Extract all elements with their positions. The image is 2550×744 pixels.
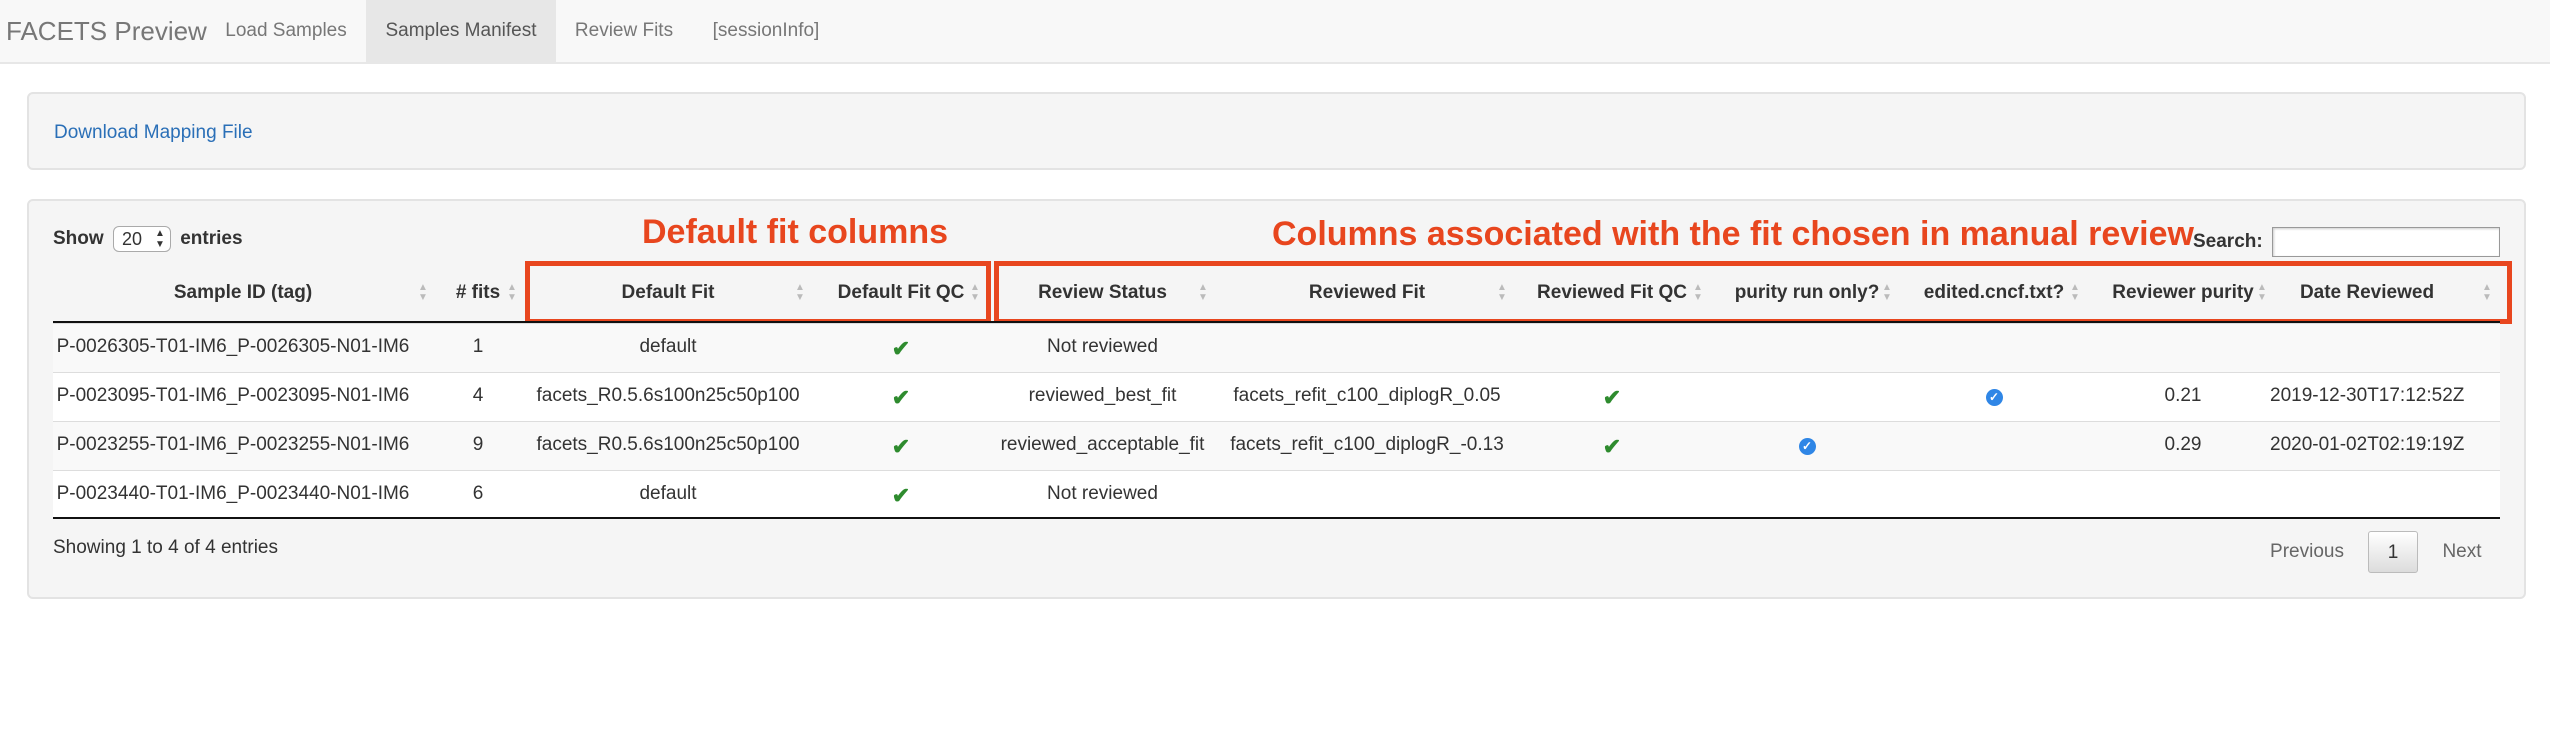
tab-load-samples[interactable]: Load Samples: [208, 0, 364, 64]
reviewed-fit-cell: facets_refit_c100_diplogR_0.05: [1233, 385, 1501, 406]
search-label: Search:: [2193, 231, 2263, 252]
entries-select[interactable]: 20 ▲ ▼: [112, 226, 171, 252]
column-header-fits[interactable]: # fits: [443, 282, 513, 310]
search-input[interactable]: [2272, 227, 2500, 257]
column-header-default-fit[interactable]: Default Fit: [533, 282, 803, 310]
check-icon: ✔: [891, 385, 911, 410]
navbar: FACETS Preview Load Samples Samples Mani…: [0, 0, 2550, 64]
reviewed-fit-cell: facets_refit_c100_diplogR_-0.13: [1230, 434, 1504, 455]
default-fit-cell: facets_R0.5.6s100n25c50p100: [536, 385, 800, 406]
page-1-button[interactable]: 1: [2368, 531, 2418, 573]
review-status-cell: Not reviewed: [1047, 336, 1158, 357]
date-reviewed-cell: 2020-01-02T02:19:19Z: [2270, 434, 2465, 455]
check-badge-icon: ✓: [1798, 438, 1816, 455]
table-row[interactable]: P-0023255-T01-IM6_P-0023255-N01-IM6 9 face…: [53, 421, 2500, 470]
fits-cell: 9: [472, 434, 484, 455]
column-header-sample-id[interactable]: Sample ID (tag): [53, 282, 433, 310]
check-icon: ✔: [891, 434, 911, 459]
column-header-reviewer-purity[interactable]: Reviewer purity: [2090, 282, 2276, 310]
sample-id-cell: P-0023440-T01-IM6_P-0023440-N01-IM6: [56, 483, 410, 504]
default-fit-cell: facets_R0.5.6s100n25c50p100: [536, 434, 800, 455]
default-fit-qc-cell: ✔: [815, 385, 987, 411]
entries-label: entries: [180, 228, 243, 250]
download-panel: Download Mapping File: [27, 92, 2526, 170]
reviewer-purity-cell: 0.29: [2164, 434, 2202, 455]
table-row[interactable]: P-0023095-T01-IM6_P-0023095-N01-IM6 4 face…: [53, 372, 2500, 421]
reviewer-purity-cell: 0.21: [2164, 385, 2202, 406]
purity-run-only-cell: ✓: [1712, 434, 1902, 456]
sort-icon: ▲ ▼: [1497, 282, 1507, 303]
sample-id-cell: P-0023095-T01-IM6_P-0023095-N01-IM6: [56, 385, 410, 406]
tab-review-fits[interactable]: Review Fits: [556, 0, 692, 64]
select-arrows-icon: ▲ ▼: [155, 228, 165, 250]
reviewed-fit-qc-cell: ✔: [1522, 434, 1702, 460]
tab-samples-manifest[interactable]: Samples Manifest: [366, 0, 556, 64]
default-fit-annotation: Default fit columns: [642, 213, 949, 251]
check-icon: ✔: [1602, 434, 1622, 459]
column-header-review-status[interactable]: Review Status: [1000, 282, 1205, 310]
entries-length-control: Show 20 ▲ ▼ entries: [53, 226, 243, 252]
table-row[interactable]: P-0023440-T01-IM6_P-0023440-N01-IM6 6 defa…: [53, 470, 2500, 519]
entries-select-value: 20: [121, 229, 142, 249]
fits-cell: 1: [472, 336, 484, 357]
column-header-purity-run-only[interactable]: purity run only?: [1712, 282, 1902, 310]
review-status-cell: Not reviewed: [1047, 483, 1158, 504]
edited-cncf-cell: ✓: [1902, 385, 2086, 407]
sort-icon: ▲ ▼: [2257, 282, 2267, 303]
sort-icon: ▲ ▼: [795, 282, 805, 303]
check-icon: ✔: [891, 483, 911, 508]
sort-icon: ▲ ▼: [2482, 282, 2492, 303]
column-header-date-reviewed[interactable]: Date Reviewed: [2270, 282, 2464, 310]
sort-icon: ▲ ▼: [418, 282, 428, 303]
sort-icon: ▲ ▼: [2070, 282, 2080, 303]
check-badge-icon: ✓: [1985, 389, 2003, 406]
sort-icon: ▲ ▼: [1693, 282, 1703, 303]
sort-icon: ▲ ▼: [1198, 282, 1208, 303]
show-label: Show: [53, 228, 104, 250]
previous-page-button[interactable]: Previous: [2258, 531, 2356, 573]
check-icon: ✔: [1602, 385, 1622, 410]
default-fit-qc-cell: ✔: [815, 434, 987, 460]
manual-review-annotation: Columns associated with the fit chosen i…: [1272, 215, 2194, 253]
default-fit-qc-cell: ✔: [815, 336, 987, 362]
sort-icon: ▲ ▼: [1882, 282, 1892, 303]
default-fit-cell: default: [639, 483, 697, 504]
app-brand[interactable]: FACETS Preview: [6, 16, 207, 47]
date-reviewed-cell: 2019-12-30T17:12:52Z: [2270, 385, 2465, 406]
table-row[interactable]: P-0026305-T01-IM6_P-0026305-N01-IM6 1 defa…: [53, 323, 2500, 372]
check-icon: ✔: [891, 336, 911, 361]
fits-cell: 6: [472, 483, 484, 504]
download-mapping-link[interactable]: Download Mapping File: [54, 122, 253, 144]
sample-id-cell: P-0023255-T01-IM6_P-0023255-N01-IM6: [56, 434, 410, 455]
sort-icon: ▲ ▼: [970, 282, 980, 303]
sort-icon: ▲ ▼: [507, 282, 517, 303]
default-fit-qc-cell: ✔: [815, 483, 987, 509]
review-status-cell: reviewed_best_fit: [1028, 385, 1177, 406]
tab-session-info[interactable]: [sessionInfo]: [692, 0, 840, 64]
next-page-button[interactable]: Next: [2426, 531, 2498, 573]
column-header-reviewed-fit[interactable]: Reviewed Fit: [1212, 282, 1522, 310]
column-header-reviewed-fit-qc[interactable]: Reviewed Fit QC: [1522, 282, 1702, 310]
sample-id-cell: P-0026305-T01-IM6_P-0026305-N01-IM6: [56, 336, 410, 357]
table-info: Showing 1 to 4 of 4 entries: [53, 537, 278, 558]
fits-cell: 4: [472, 385, 484, 406]
column-header-edited-cncf[interactable]: edited.cncf.txt?: [1902, 282, 2086, 310]
table-bottom-divider: [53, 517, 2500, 519]
reviewed-fit-qc-cell: ✔: [1522, 385, 1702, 411]
review-status-cell: reviewed_acceptable_fit: [1000, 434, 1205, 455]
default-fit-cell: default: [639, 336, 697, 357]
column-header-default-fit-qc[interactable]: Default Fit QC: [815, 282, 987, 310]
